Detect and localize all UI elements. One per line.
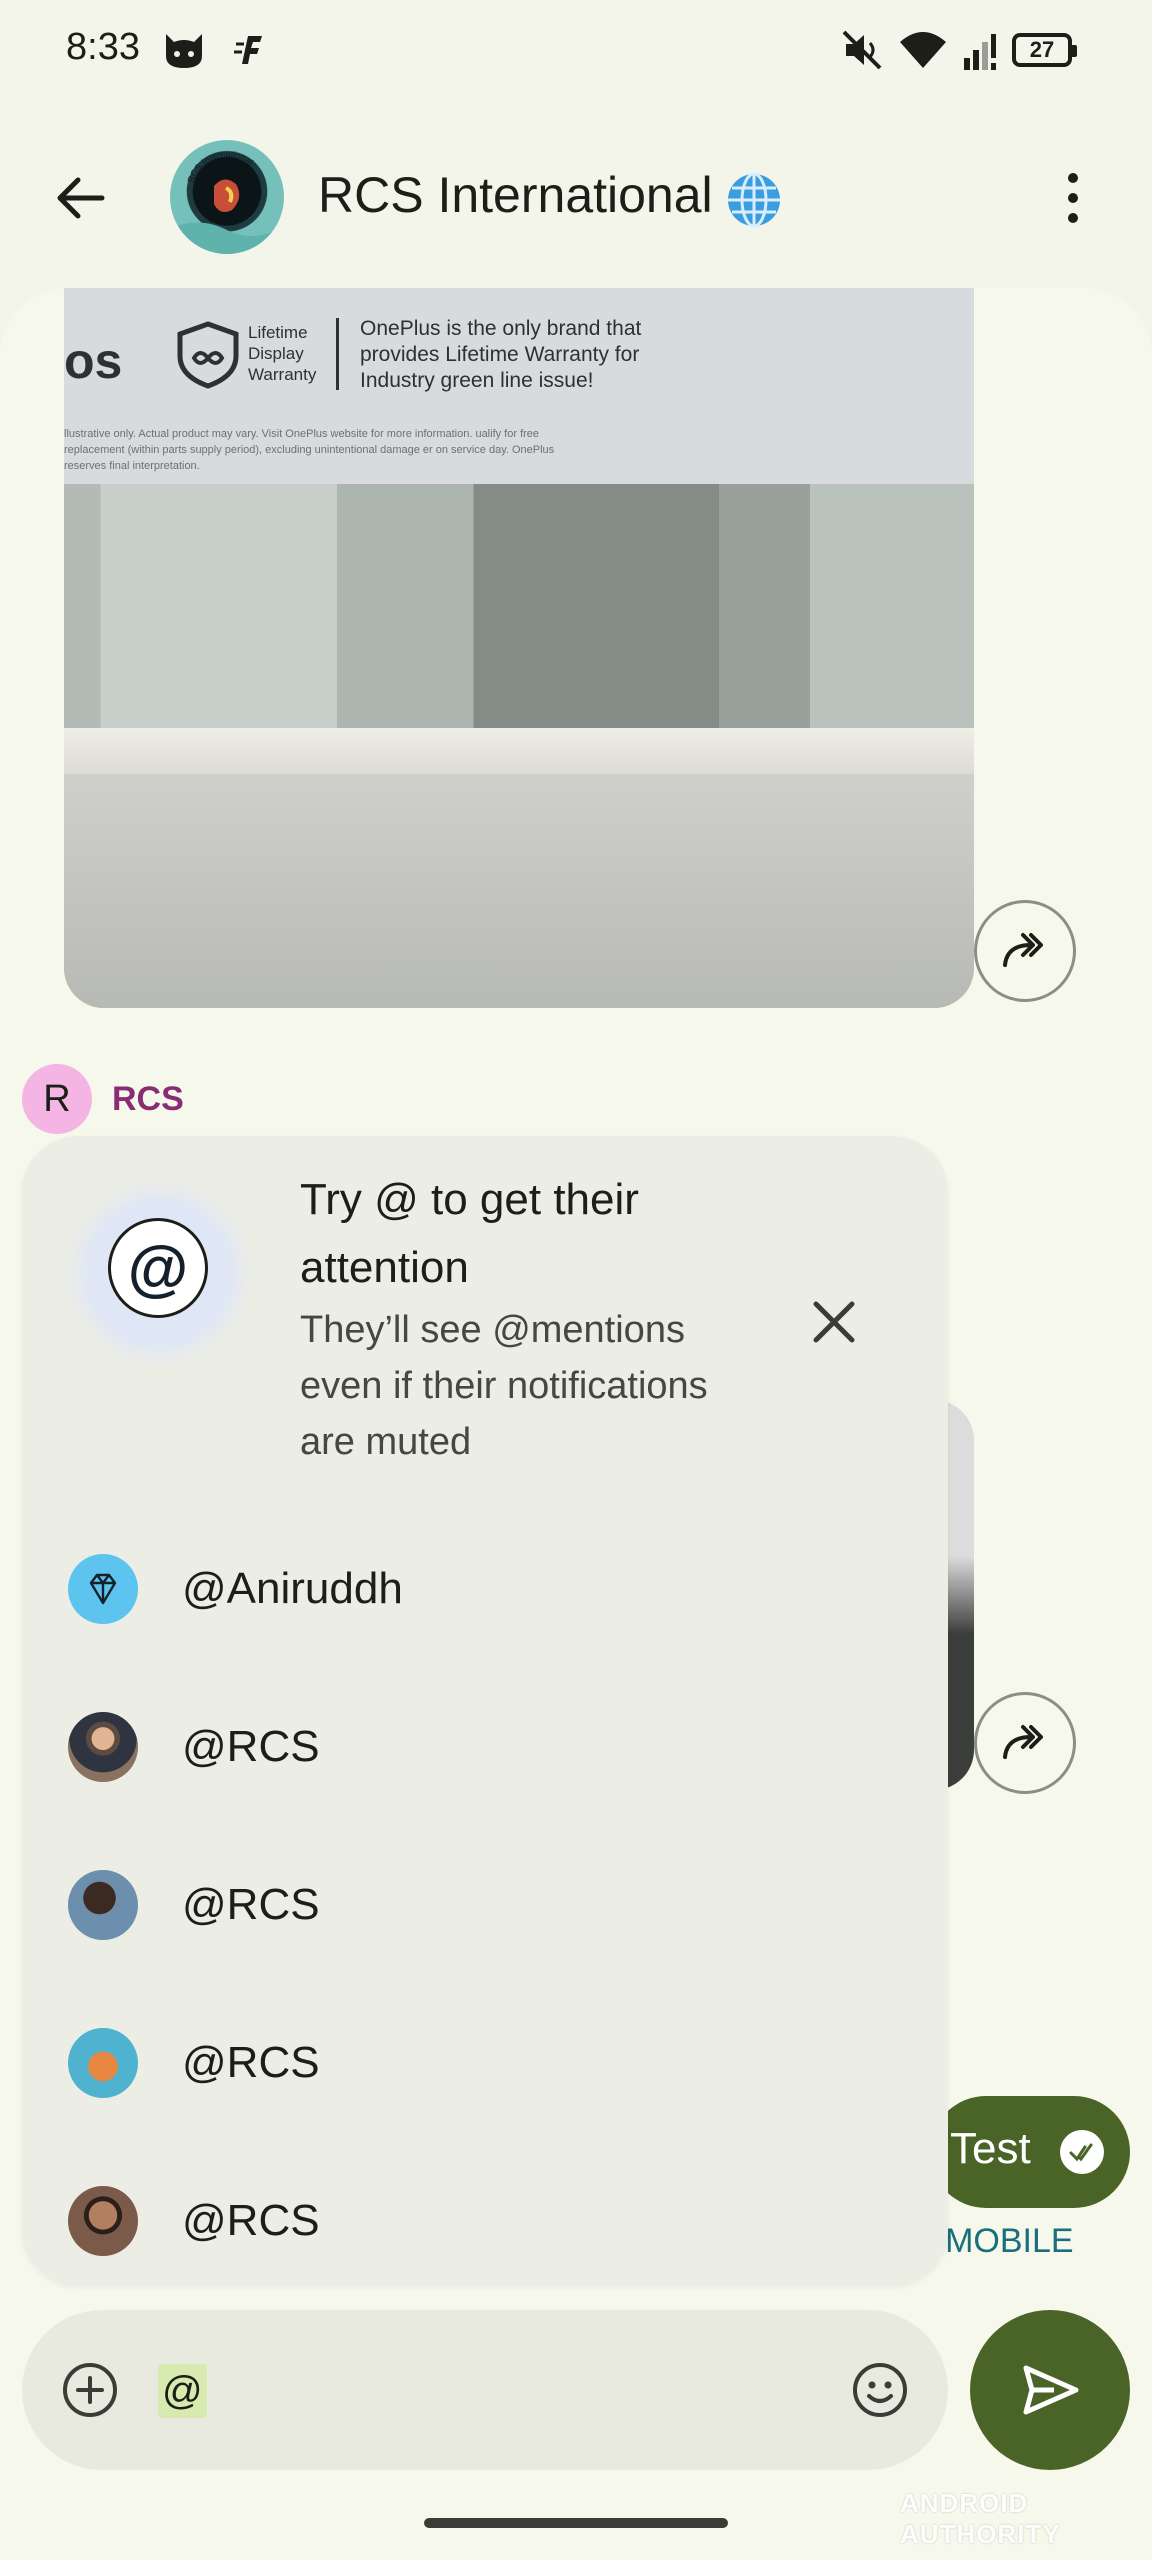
forward-icon: [1003, 1725, 1043, 1759]
mention-tip-body: They’ll see @mentions even if their noti…: [300, 1309, 708, 1463]
mute-icon: [842, 30, 882, 70]
mention-suggestion[interactable]: @Aniruddh: [22, 1510, 948, 1668]
mention-name: @RCS: [182, 1722, 320, 1771]
user-avatar: [68, 2028, 138, 2098]
status-icons: 27: [840, 28, 1077, 72]
message-input[interactable]: @: [158, 2364, 207, 2418]
mention-suggestion[interactable]: @RCS: [22, 1826, 948, 1984]
forward-button-2[interactable]: [974, 1692, 1076, 1794]
group-avatar[interactable]: RCS International: [170, 140, 284, 254]
diamond-avatar: [68, 1554, 138, 1624]
warranty-shield-icon: [177, 321, 239, 389]
user-avatar: [68, 2186, 138, 2256]
conversation-title[interactable]: RCS International: [318, 166, 713, 224]
user-avatar: [68, 1712, 138, 1782]
mention-name: @Aniruddh: [182, 1564, 403, 1613]
mention-suggestion[interactable]: @RCS: [22, 1984, 948, 2142]
globe-icon: [728, 172, 780, 228]
banner-warranty-label: Lifetime Display Warranty: [248, 323, 317, 384]
close-tip-button[interactable]: [806, 1294, 862, 1350]
send-icon: [1023, 2365, 1079, 2415]
send-button[interactable]: [970, 2310, 1130, 2470]
photo-cabinets: [64, 484, 974, 734]
photo-counter: [64, 774, 974, 1008]
forward-button[interactable]: [974, 900, 1076, 1002]
emoji-icon[interactable]: [850, 2360, 910, 2420]
forward-icon: [1003, 933, 1043, 967]
diamond-icon: [89, 1573, 117, 1605]
sender-avatar[interactable]: R: [22, 1064, 92, 1134]
banner-fine-print: llustrative only. Actual product may var…: [64, 428, 555, 472]
mention-suggestion[interactable]: @RCS: [22, 1668, 948, 1826]
back-button[interactable]: [50, 168, 110, 228]
photo-banner: os Lifetime Display Warranty OnePlus is …: [64, 288, 974, 486]
user-avatar: [68, 1870, 138, 1940]
f-app-icon: [234, 36, 262, 64]
wifi-icon: [900, 32, 946, 68]
sender-name: RCS: [112, 1080, 184, 1118]
watermark: ANDROID AUTHORITY: [900, 2488, 1061, 2549]
mention-name: @RCS: [182, 2038, 320, 2087]
outgoing-message-text: Test: [950, 2124, 1031, 2173]
cat-app-icon: [166, 34, 202, 68]
mention-name: @RCS: [182, 2196, 320, 2245]
more-options-icon[interactable]: [1048, 168, 1098, 228]
status-time: 8:33: [66, 26, 140, 68]
signal-icon: [964, 34, 996, 70]
group-avatar-art: RCS International: [170, 149, 284, 254]
banner-brand-fragment: os: [64, 333, 123, 389]
home-indicator[interactable]: [424, 2518, 728, 2528]
at-sign-icon: @: [108, 1218, 208, 1318]
add-attachment-icon[interactable]: [60, 2360, 120, 2420]
battery-icon: 27: [1012, 33, 1077, 67]
avatar-caption: RCS International: [185, 149, 255, 184]
mention-name: @RCS: [182, 1880, 320, 1929]
banner-claim: OnePlus is the only brand that provides …: [360, 317, 642, 392]
photo-counter-edge: [64, 728, 974, 774]
photo-message[interactable]: os Lifetime Display Warranty OnePlus is …: [64, 288, 974, 1008]
svg-text:RCS International: RCS International: [185, 149, 255, 184]
mention-tip-title: Try @ to get their attention: [300, 1175, 639, 1292]
banner-divider: [336, 318, 339, 390]
delivered-check-icon: [1060, 2130, 1104, 2174]
mention-suggestion[interactable]: @RCS: [22, 2142, 948, 2300]
